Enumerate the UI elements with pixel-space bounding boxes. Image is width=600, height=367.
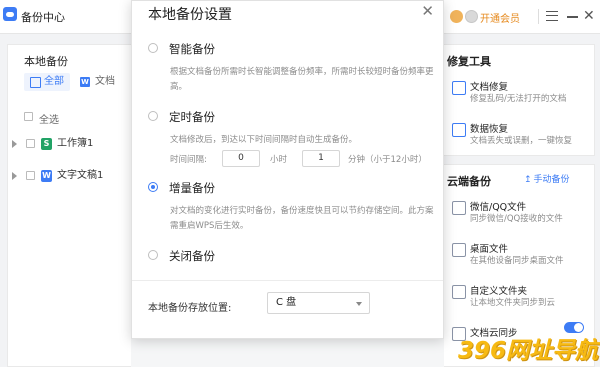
drive-select[interactable]: C 盘 bbox=[267, 292, 370, 314]
drive-select-value: C 盘 bbox=[276, 297, 297, 308]
chat-file-icon bbox=[452, 201, 466, 215]
radio-button-checked[interactable] bbox=[148, 182, 158, 192]
close-window-icon[interactable]: ✕ bbox=[583, 9, 595, 23]
item-title: 自定义文件夹 bbox=[470, 286, 528, 297]
local-backup-panel: 本地备份 全部 W 文档 全选 S 工作簿1 W 文字文稿1 bbox=[7, 44, 131, 367]
recovery-icon bbox=[452, 123, 466, 137]
folder-icon bbox=[452, 285, 466, 299]
location-label: 本地备份存放位置: bbox=[148, 303, 232, 314]
tool-desc: 文档丢失或误删，一键恢复 bbox=[470, 136, 573, 146]
radio-button[interactable] bbox=[148, 111, 158, 121]
watermark-logo: 396网址导航 bbox=[457, 338, 598, 364]
item-title: 桌面文件 bbox=[470, 244, 509, 255]
local-backup-title: 本地备份 bbox=[24, 55, 68, 68]
expand-arrow-icon[interactable] bbox=[12, 172, 17, 180]
member-level-icon bbox=[465, 10, 478, 23]
wechat-qq-sync-item[interactable]: 微信/QQ文件 同步微信/QQ接收的文件 bbox=[452, 199, 592, 229]
spreadsheet-icon: S bbox=[41, 138, 52, 150]
interval-row: 时间间隔: 0 小时 1 分钟（小于12小时） bbox=[170, 150, 442, 168]
minutes-unit: 分钟（小于12小时） bbox=[348, 155, 427, 165]
cloud-backup-title: 云端备份 bbox=[447, 175, 491, 188]
repair-tools-title: 修复工具 bbox=[447, 55, 491, 68]
option-label: 智能备份 bbox=[169, 42, 215, 56]
checkbox-icon bbox=[24, 112, 33, 121]
item-desc: 在其他设备同步桌面文件 bbox=[470, 256, 564, 266]
item-title: 微信/QQ文件 bbox=[470, 202, 527, 213]
data-recovery-tool[interactable]: 数据恢复 文档丢失或误删，一键恢复 bbox=[452, 121, 592, 151]
filter-doc-label: 文档 bbox=[95, 76, 115, 87]
tool-title: 文档修复 bbox=[470, 82, 509, 93]
backup-settings-dialog: 本地备份设置 ✕ 智能备份 根据文档备份所需时长智能调整备份频率，所需时长较短时… bbox=[131, 0, 444, 339]
manual-backup-button[interactable]: 手动备份 bbox=[524, 172, 570, 185]
file-row-workbook[interactable]: S 工作簿1 bbox=[12, 135, 130, 153]
tool-desc: 修复乱码/无法打开的文档 bbox=[470, 94, 567, 104]
file-name: 文字文稿1 bbox=[57, 170, 104, 181]
option-label: 定时备份 bbox=[169, 110, 215, 124]
desktop-sync-item[interactable]: 桌面文件 在其他设备同步桌面文件 bbox=[452, 241, 592, 271]
close-icon[interactable]: ✕ bbox=[421, 2, 434, 20]
app-logo-icon bbox=[3, 7, 17, 21]
option-description: 根据文档备份所需时长智能调整备份频率，所需时长较短时备份频率更高。 bbox=[170, 67, 434, 92]
desktop-icon bbox=[452, 243, 466, 257]
radio-button[interactable] bbox=[148, 43, 158, 53]
repair-tools-card: 修复工具 文档修复 修复乱码/无法打开的文档 数据恢复 文档丢失或误删，一键恢复 bbox=[444, 44, 595, 156]
filter-all-button[interactable]: 全部 bbox=[24, 73, 70, 91]
option-description: 对文档的变化进行实时备份，备份速度快且可以节约存储空间。此方案需重启WPS后生效… bbox=[170, 206, 434, 231]
item-desc: 同步微信/QQ接收的文件 bbox=[470, 214, 563, 224]
hours-unit: 小时 bbox=[270, 155, 288, 165]
title-divider bbox=[538, 9, 539, 24]
dialog-divider bbox=[132, 280, 443, 281]
expand-arrow-icon[interactable] bbox=[12, 140, 17, 148]
dialog-title: 本地备份设置 bbox=[148, 7, 232, 23]
file-checkbox[interactable] bbox=[26, 171, 35, 180]
app-title: 备份中心 bbox=[21, 11, 65, 24]
right-panel: 修复工具 文档修复 修复乱码/无法打开的文档 数据恢复 文档丢失或误删，一键恢复… bbox=[444, 44, 600, 367]
vip-badge-icon bbox=[450, 10, 463, 23]
repair-icon bbox=[452, 81, 466, 95]
option-description: 文档修改后，到达以下时间间隔时自动生成备份。 bbox=[170, 135, 358, 145]
word-document-icon: W bbox=[41, 170, 52, 182]
custom-folder-sync-item[interactable]: 自定义文件夹 让本地文件夹同步到云 bbox=[452, 283, 592, 313]
item-desc: 让本地文件夹同步到云 bbox=[470, 298, 556, 308]
title-bar-controls: 开通会员 ✕ bbox=[430, 0, 600, 34]
select-all-checkbox[interactable]: 全选 bbox=[24, 111, 59, 126]
radio-button[interactable] bbox=[148, 250, 158, 260]
tool-title: 数据恢复 bbox=[470, 124, 509, 135]
doc-repair-tool[interactable]: 文档修复 修复乱码/无法打开的文档 bbox=[452, 79, 592, 109]
option-label: 关闭备份 bbox=[169, 249, 215, 263]
option-label: 增量备份 bbox=[169, 181, 215, 195]
chevron-down-icon bbox=[356, 302, 362, 306]
file-row-document[interactable]: W 文字文稿1 bbox=[12, 167, 130, 185]
minutes-input[interactable]: 1 bbox=[302, 150, 340, 167]
file-name: 工作簿1 bbox=[57, 138, 94, 149]
filter-doc-button[interactable]: W 文档 bbox=[80, 73, 115, 91]
minimize-icon[interactable] bbox=[567, 16, 578, 18]
document-icon: W bbox=[80, 77, 90, 87]
select-all-label: 全选 bbox=[39, 115, 59, 126]
menu-icon[interactable] bbox=[546, 11, 558, 21]
hours-input[interactable]: 0 bbox=[222, 150, 260, 167]
file-checkbox[interactable] bbox=[26, 139, 35, 148]
open-vip-link[interactable]: 开通会员 bbox=[480, 10, 520, 25]
interval-label: 时间间隔: bbox=[170, 155, 207, 165]
